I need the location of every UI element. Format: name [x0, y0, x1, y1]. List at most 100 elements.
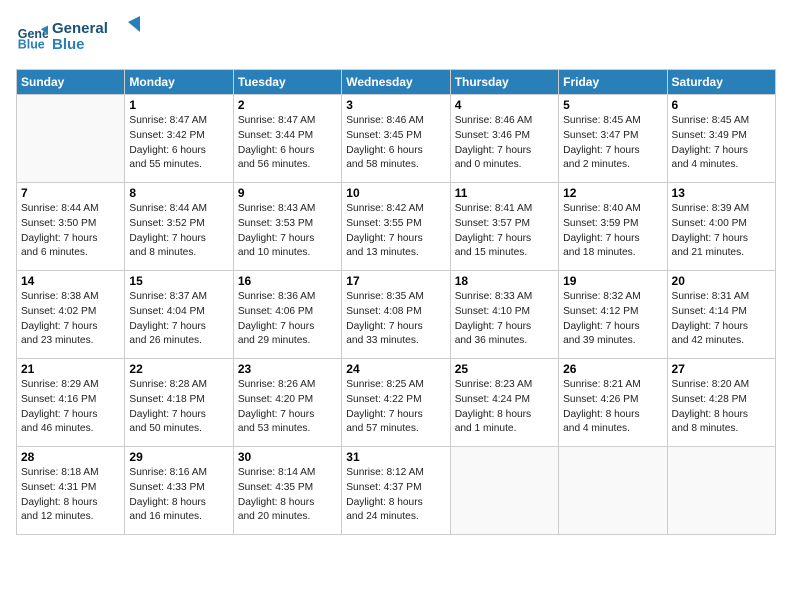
- day-number: 28: [21, 450, 120, 464]
- day-number: 2: [238, 98, 337, 112]
- day-number: 18: [455, 274, 554, 288]
- cell-daylight-info: Sunrise: 8:47 AMSunset: 3:42 PMDaylight:…: [129, 114, 228, 173]
- day-number: 15: [129, 274, 228, 288]
- cell-daylight-info: Sunrise: 8:46 AMSunset: 3:46 PMDaylight:…: [455, 114, 554, 173]
- calendar-cell: [559, 447, 667, 535]
- calendar: SundayMondayTuesdayWednesdayThursdayFrid…: [16, 69, 776, 535]
- weekday-header-wednesday: Wednesday: [342, 70, 450, 95]
- logo: General Blue General Blue: [16, 16, 142, 59]
- cell-daylight-info: Sunrise: 8:38 AMSunset: 4:02 PMDaylight:…: [21, 290, 120, 349]
- weekday-header-row: SundayMondayTuesdayWednesdayThursdayFrid…: [17, 70, 776, 95]
- cell-daylight-info: Sunrise: 8:35 AMSunset: 4:08 PMDaylight:…: [346, 290, 445, 349]
- calendar-cell: 4Sunrise: 8:46 AMSunset: 3:46 PMDaylight…: [450, 95, 558, 183]
- calendar-cell: 30 Sunrise: 8:14 AMSunset: 4:35 PMDayligh…: [233, 447, 341, 535]
- calendar-cell: 1 Sunrise: 8:47 AMSunset: 3:42 PMDaylight…: [125, 95, 233, 183]
- calendar-cell: 10 Sunrise: 8:42 AMSunset: 3:55 PMDayligh…: [342, 183, 450, 271]
- calendar-cell: [667, 447, 775, 535]
- calendar-cell: 20 Sunrise: 8:31 AMSunset: 4:14 PMDayligh…: [667, 271, 775, 359]
- day-number: 23: [238, 362, 337, 376]
- day-number: 30: [238, 450, 337, 464]
- calendar-cell: 11 Sunrise: 8:41 AMSunset: 3:57 PMDayligh…: [450, 183, 558, 271]
- calendar-cell: 15 Sunrise: 8:37 AMSunset: 4:04 PMDayligh…: [125, 271, 233, 359]
- header: General Blue General Blue: [16, 16, 776, 59]
- day-number: 9: [238, 186, 337, 200]
- logo-text: General Blue: [52, 16, 142, 59]
- cell-daylight-info: Sunrise: 8:21 AMSunset: 4:26 PMDaylight:…: [563, 378, 662, 437]
- day-number: 27: [672, 362, 771, 376]
- weekday-header-tuesday: Tuesday: [233, 70, 341, 95]
- cell-daylight-info: Sunrise: 8:28 AMSunset: 4:18 PMDaylight:…: [129, 378, 228, 437]
- weekday-header-friday: Friday: [559, 70, 667, 95]
- cell-daylight-info: Sunrise: 8:18 AMSunset: 4:31 PMDaylight:…: [21, 466, 120, 525]
- cell-daylight-info: Sunrise: 8:44 AMSunset: 3:50 PMDaylight:…: [21, 202, 120, 261]
- calendar-cell: 27 Sunrise: 8:20 AMSunset: 4:28 PMDayligh…: [667, 359, 775, 447]
- day-number: 31: [346, 450, 445, 464]
- day-number: 24: [346, 362, 445, 376]
- page: General Blue General Blue SundayMondayTu…: [0, 0, 792, 612]
- day-number: 12: [563, 186, 662, 200]
- calendar-cell: 24 Sunrise: 8:25 AMSunset: 4:22 PMDayligh…: [342, 359, 450, 447]
- calendar-cell: 2 Sunrise: 8:47 AMSunset: 3:44 PMDaylight…: [233, 95, 341, 183]
- calendar-cell: 28 Sunrise: 8:18 AMSunset: 4:31 PMDayligh…: [17, 447, 125, 535]
- cell-daylight-info: Sunrise: 8:31 AMSunset: 4:14 PMDaylight:…: [672, 290, 771, 349]
- cell-daylight-info: Sunrise: 8:46 AMSunset: 3:45 PMDaylight:…: [346, 114, 445, 173]
- logo-icon: General Blue: [16, 22, 48, 54]
- day-number: 25: [455, 362, 554, 376]
- cell-daylight-info: Sunrise: 8:25 AMSunset: 4:22 PMDaylight:…: [346, 378, 445, 437]
- calendar-cell: 7 Sunrise: 8:44 AMSunset: 3:50 PMDaylight…: [17, 183, 125, 271]
- cell-daylight-info: Sunrise: 8:45 AMSunset: 3:49 PMDaylight:…: [672, 114, 771, 173]
- calendar-cell: 6 Sunrise: 8:45 AMSunset: 3:49 PMDaylight…: [667, 95, 775, 183]
- cell-daylight-info: Sunrise: 8:37 AMSunset: 4:04 PMDaylight:…: [129, 290, 228, 349]
- day-number: 21: [21, 362, 120, 376]
- weekday-header-saturday: Saturday: [667, 70, 775, 95]
- day-number: 10: [346, 186, 445, 200]
- calendar-row-4: 28 Sunrise: 8:18 AMSunset: 4:31 PMDayligh…: [17, 447, 776, 535]
- day-number: 1: [129, 98, 228, 112]
- calendar-cell: 17 Sunrise: 8:35 AMSunset: 4:08 PMDayligh…: [342, 271, 450, 359]
- cell-daylight-info: Sunrise: 8:26 AMSunset: 4:20 PMDaylight:…: [238, 378, 337, 437]
- calendar-cell: 22 Sunrise: 8:28 AMSunset: 4:18 PMDayligh…: [125, 359, 233, 447]
- svg-text:Blue: Blue: [52, 36, 85, 53]
- calendar-cell: 26 Sunrise: 8:21 AMSunset: 4:26 PMDayligh…: [559, 359, 667, 447]
- cell-daylight-info: Sunrise: 8:23 AMSunset: 4:24 PMDaylight:…: [455, 378, 554, 437]
- day-number: 26: [563, 362, 662, 376]
- day-number: 3: [346, 98, 445, 112]
- cell-daylight-info: Sunrise: 8:20 AMSunset: 4:28 PMDaylight:…: [672, 378, 771, 437]
- calendar-row-1: 7 Sunrise: 8:44 AMSunset: 3:50 PMDaylight…: [17, 183, 776, 271]
- calendar-cell: 8Sunrise: 8:44 AMSunset: 3:52 PMDaylight…: [125, 183, 233, 271]
- cell-daylight-info: Sunrise: 8:45 AMSunset: 3:47 PMDaylight:…: [563, 114, 662, 173]
- cell-daylight-info: Sunrise: 8:16 AMSunset: 4:33 PMDaylight:…: [129, 466, 228, 525]
- calendar-cell: [17, 95, 125, 183]
- day-number: 16: [238, 274, 337, 288]
- calendar-row-2: 14 Sunrise: 8:38 AMSunset: 4:02 PMDayligh…: [17, 271, 776, 359]
- cell-daylight-info: Sunrise: 8:41 AMSunset: 3:57 PMDaylight:…: [455, 202, 554, 261]
- cell-daylight-info: Sunrise: 8:42 AMSunset: 3:55 PMDaylight:…: [346, 202, 445, 261]
- svg-text:Blue: Blue: [18, 37, 45, 51]
- cell-daylight-info: Sunrise: 8:47 AMSunset: 3:44 PMDaylight:…: [238, 114, 337, 173]
- calendar-cell: 31 Sunrise: 8:12 AMSunset: 4:37 PMDayligh…: [342, 447, 450, 535]
- day-number: 17: [346, 274, 445, 288]
- calendar-cell: 5Sunrise: 8:45 AMSunset: 3:47 PMDaylight…: [559, 95, 667, 183]
- calendar-cell: 9Sunrise: 8:43 AMSunset: 3:53 PMDaylight…: [233, 183, 341, 271]
- cell-daylight-info: Sunrise: 8:14 AMSunset: 4:35 PMDaylight:…: [238, 466, 337, 525]
- svg-text:General: General: [52, 20, 108, 37]
- calendar-row-3: 21 Sunrise: 8:29 AMSunset: 4:16 PMDayligh…: [17, 359, 776, 447]
- day-number: 11: [455, 186, 554, 200]
- weekday-header-thursday: Thursday: [450, 70, 558, 95]
- calendar-cell: 21 Sunrise: 8:29 AMSunset: 4:16 PMDayligh…: [17, 359, 125, 447]
- day-number: 20: [672, 274, 771, 288]
- cell-daylight-info: Sunrise: 8:32 AMSunset: 4:12 PMDaylight:…: [563, 290, 662, 349]
- day-number: 6: [672, 98, 771, 112]
- day-number: 7: [21, 186, 120, 200]
- cell-daylight-info: Sunrise: 8:12 AMSunset: 4:37 PMDaylight:…: [346, 466, 445, 525]
- cell-daylight-info: Sunrise: 8:29 AMSunset: 4:16 PMDaylight:…: [21, 378, 120, 437]
- day-number: 14: [21, 274, 120, 288]
- cell-daylight-info: Sunrise: 8:39 AMSunset: 4:00 PMDaylight:…: [672, 202, 771, 261]
- day-number: 22: [129, 362, 228, 376]
- calendar-cell: 29Sunrise: 8:16 AMSunset: 4:33 PMDayligh…: [125, 447, 233, 535]
- cell-daylight-info: Sunrise: 8:36 AMSunset: 4:06 PMDaylight:…: [238, 290, 337, 349]
- calendar-cell: 13Sunrise: 8:39 AMSunset: 4:00 PMDayligh…: [667, 183, 775, 271]
- calendar-cell: 3 Sunrise: 8:46 AMSunset: 3:45 PMDaylight…: [342, 95, 450, 183]
- cell-daylight-info: Sunrise: 8:40 AMSunset: 3:59 PMDaylight:…: [563, 202, 662, 261]
- calendar-cell: 18Sunrise: 8:33 AMSunset: 4:10 PMDayligh…: [450, 271, 558, 359]
